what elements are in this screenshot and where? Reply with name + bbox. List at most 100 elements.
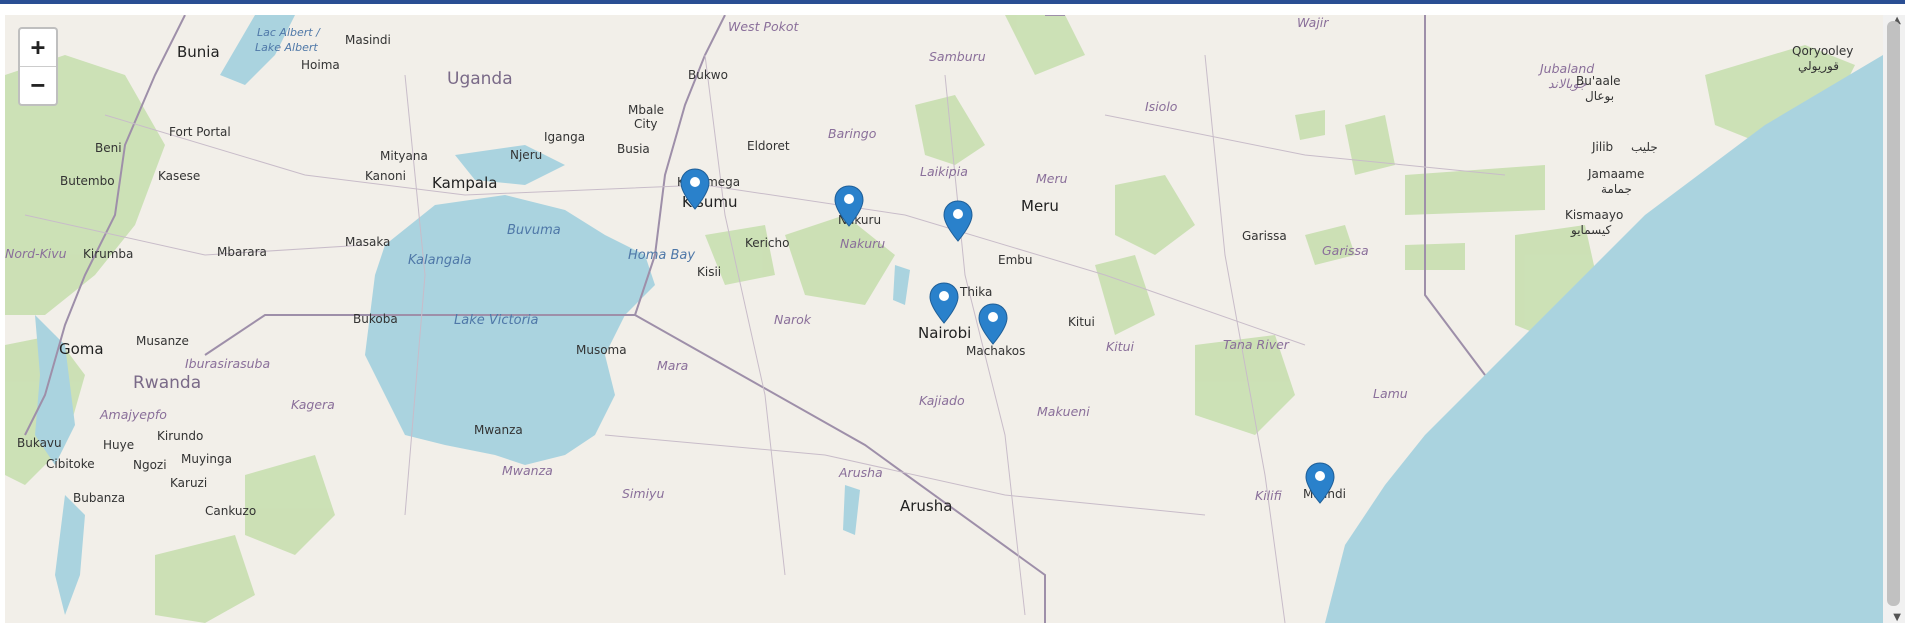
label-qoryooley: Qoryooley xyxy=(1792,44,1854,58)
zoom-out-button[interactable]: − xyxy=(20,66,56,104)
label-jamaame: Jamaame xyxy=(1588,167,1645,181)
label-muyinga: Muyinga xyxy=(181,452,232,466)
label-kismaayo: Kismaayo xyxy=(1565,208,1624,222)
scrollbar-thumb[interactable] xyxy=(1887,21,1900,606)
map-marker-malindi[interactable] xyxy=(1305,462,1335,504)
label-makueni: Makueni xyxy=(1037,404,1090,419)
map-marker-nyeri[interactable] xyxy=(943,200,973,242)
label-meru: Meru xyxy=(1021,197,1059,215)
label-masaka: Masaka xyxy=(345,235,391,249)
label-iganga: Iganga xyxy=(544,130,586,144)
label-arusha: Arusha xyxy=(900,497,953,515)
label-lamu: Lamu xyxy=(1373,386,1408,401)
label-hoima: Hoima xyxy=(301,58,340,72)
label-iburasirasuba: Iburasirasuba xyxy=(185,356,271,371)
scroll-down-icon[interactable]: ▼ xyxy=(1893,612,1901,623)
label-beni: Beni xyxy=(95,141,122,155)
label-kismaayo-ar: كيسمايو xyxy=(1571,223,1612,237)
label-kasese: Kasese xyxy=(158,169,201,183)
label-kisii: Kisii xyxy=(697,265,722,279)
label-baringo: Baringo xyxy=(828,126,877,141)
label-kitui: Kitui xyxy=(1068,315,1095,329)
label-busia: Busia xyxy=(617,142,650,156)
label-musanze: Musanze xyxy=(136,334,189,348)
label-jilib: Jilib xyxy=(1592,140,1614,154)
label-kajiado: Kajiado xyxy=(919,393,965,408)
label-cankuzo: Cankuzo xyxy=(205,504,257,518)
label-isiolo: Isiolo xyxy=(1145,99,1178,114)
label-eldoret: Eldoret xyxy=(747,139,790,153)
map-viewport[interactable]: West Pokot Wajir Qoryooley قوريولي Bunia… xyxy=(5,15,1883,623)
map-marker-nakuru[interactable] xyxy=(834,185,864,227)
label-njeru: Njeru xyxy=(510,148,543,162)
label-nairobi: Nairobi xyxy=(918,324,972,342)
label-wajir: Wajir xyxy=(1297,15,1329,30)
label-kagera: Kagera xyxy=(291,397,335,412)
label-bukoba: Bukoba xyxy=(353,312,398,326)
map-marker-kisumu[interactable] xyxy=(680,168,710,210)
label-jilib-ar: جليب xyxy=(1631,140,1658,154)
label-kalangala: Kalangala xyxy=(408,253,472,268)
map-marker-nairobi[interactable] xyxy=(929,282,959,324)
label-masindi: Masindi xyxy=(345,33,391,47)
label-lake-albert: Lac Albert / xyxy=(257,26,320,39)
label-bubanza: Bubanza xyxy=(73,491,126,505)
label-mbale: Mbale xyxy=(628,103,665,117)
label-kericho: Kericho xyxy=(745,236,790,250)
label-nord-kivu: Nord-Kivu xyxy=(5,246,67,261)
label-lake-victoria: Lake Victoria xyxy=(454,313,539,328)
label-embu: Embu xyxy=(998,253,1033,267)
label-karuzi: Karuzi xyxy=(170,476,208,490)
label-nakuru-region: Nakuru xyxy=(840,236,886,251)
label-amajyepfo: Amajyepfo xyxy=(100,407,167,422)
label-rwanda: Rwanda xyxy=(133,373,202,393)
vertical-scrollbar[interactable]: ▲ ▼ xyxy=(1883,15,1905,623)
label-kampala: Kampala xyxy=(432,174,498,192)
label-lake-albert-2: Lake Albert xyxy=(255,41,318,54)
label-mara: Mara xyxy=(657,358,689,373)
label-buaale-ar: بوعال xyxy=(1585,89,1615,103)
label-kirumba: Kirumba xyxy=(83,247,134,261)
label-machakos: Machakos xyxy=(966,344,1026,358)
zoom-control: + − xyxy=(18,27,58,106)
label-musoma: Musoma xyxy=(576,343,627,357)
label-homa-bay: Homa Bay xyxy=(628,248,696,263)
label-mwanza: Mwanza xyxy=(474,423,523,437)
label-goma: Goma xyxy=(59,340,104,358)
map-marker-machakos[interactable] xyxy=(978,303,1008,345)
label-laikipia: Laikipia xyxy=(920,164,968,179)
label-mityana: Mityana xyxy=(380,149,428,163)
label-buaale: Bu'aale xyxy=(1576,74,1621,88)
label-buvuma: Buvuma xyxy=(507,223,561,238)
label-kitui-region: Kitui xyxy=(1106,339,1134,354)
label-huye: Huye xyxy=(103,438,135,452)
label-mwanza-region: Mwanza xyxy=(502,463,553,478)
label-thika: Thika xyxy=(960,285,993,299)
label-qoryooley-ar: قوريولي xyxy=(1798,59,1839,73)
label-bukwo: Bukwo xyxy=(688,68,728,82)
label-simiyu: Simiyu xyxy=(622,486,665,501)
label-west-pokot: West Pokot xyxy=(728,19,799,34)
label-bukavu: Bukavu xyxy=(17,436,62,450)
label-uganda: Uganda xyxy=(447,69,513,89)
zoom-in-button[interactable]: + xyxy=(20,29,56,66)
label-jamaame-ar: جمامة xyxy=(1601,182,1632,196)
label-tana-river: Tana River xyxy=(1223,337,1289,352)
label-garissa: Garissa xyxy=(1242,229,1287,243)
label-narok: Narok xyxy=(774,312,812,327)
label-samburu: Samburu xyxy=(929,49,986,64)
label-cibitoke: Cibitoke xyxy=(46,457,95,471)
label-arusha-region: Arusha xyxy=(839,465,883,480)
label-fort-portal: Fort Portal xyxy=(169,125,231,139)
label-bunia: Bunia xyxy=(177,43,220,61)
label-meru-region: Meru xyxy=(1036,171,1068,186)
label-ngozi: Ngozi xyxy=(133,458,167,472)
label-butembo: Butembo xyxy=(60,174,115,188)
window-top-bar xyxy=(0,0,1905,4)
label-kilifi: Kilifi xyxy=(1255,488,1282,503)
label-garissa-region: Garissa xyxy=(1322,243,1369,258)
label-city: City xyxy=(634,117,658,131)
label-kanoni: Kanoni xyxy=(365,169,406,183)
label-kirundo: Kirundo xyxy=(157,429,204,443)
label-mbarara: Mbarara xyxy=(217,245,267,259)
